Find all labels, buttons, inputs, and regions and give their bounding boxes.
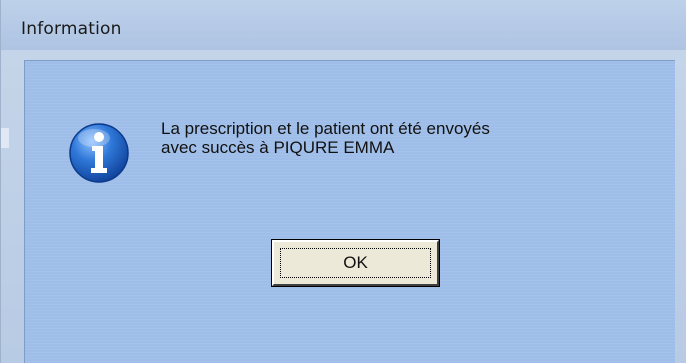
message-line-1: La prescription et le patient ont été en… xyxy=(161,119,490,138)
dialog-client-area xyxy=(24,60,675,363)
ok-button-label: OK xyxy=(343,253,368,272)
dialog-message: La prescription et le patient ont été en… xyxy=(161,119,490,157)
window-title: Information xyxy=(21,19,122,39)
title-bar[interactable]: Information xyxy=(1,0,686,50)
window-edge-highlight xyxy=(1,128,9,148)
info-icon xyxy=(69,123,129,183)
ok-button[interactable]: OK xyxy=(271,239,440,287)
message-line-2: avec succès à PIQURE EMMA xyxy=(161,138,395,157)
message-dialog: Information La prescription et le patien… xyxy=(0,0,686,363)
